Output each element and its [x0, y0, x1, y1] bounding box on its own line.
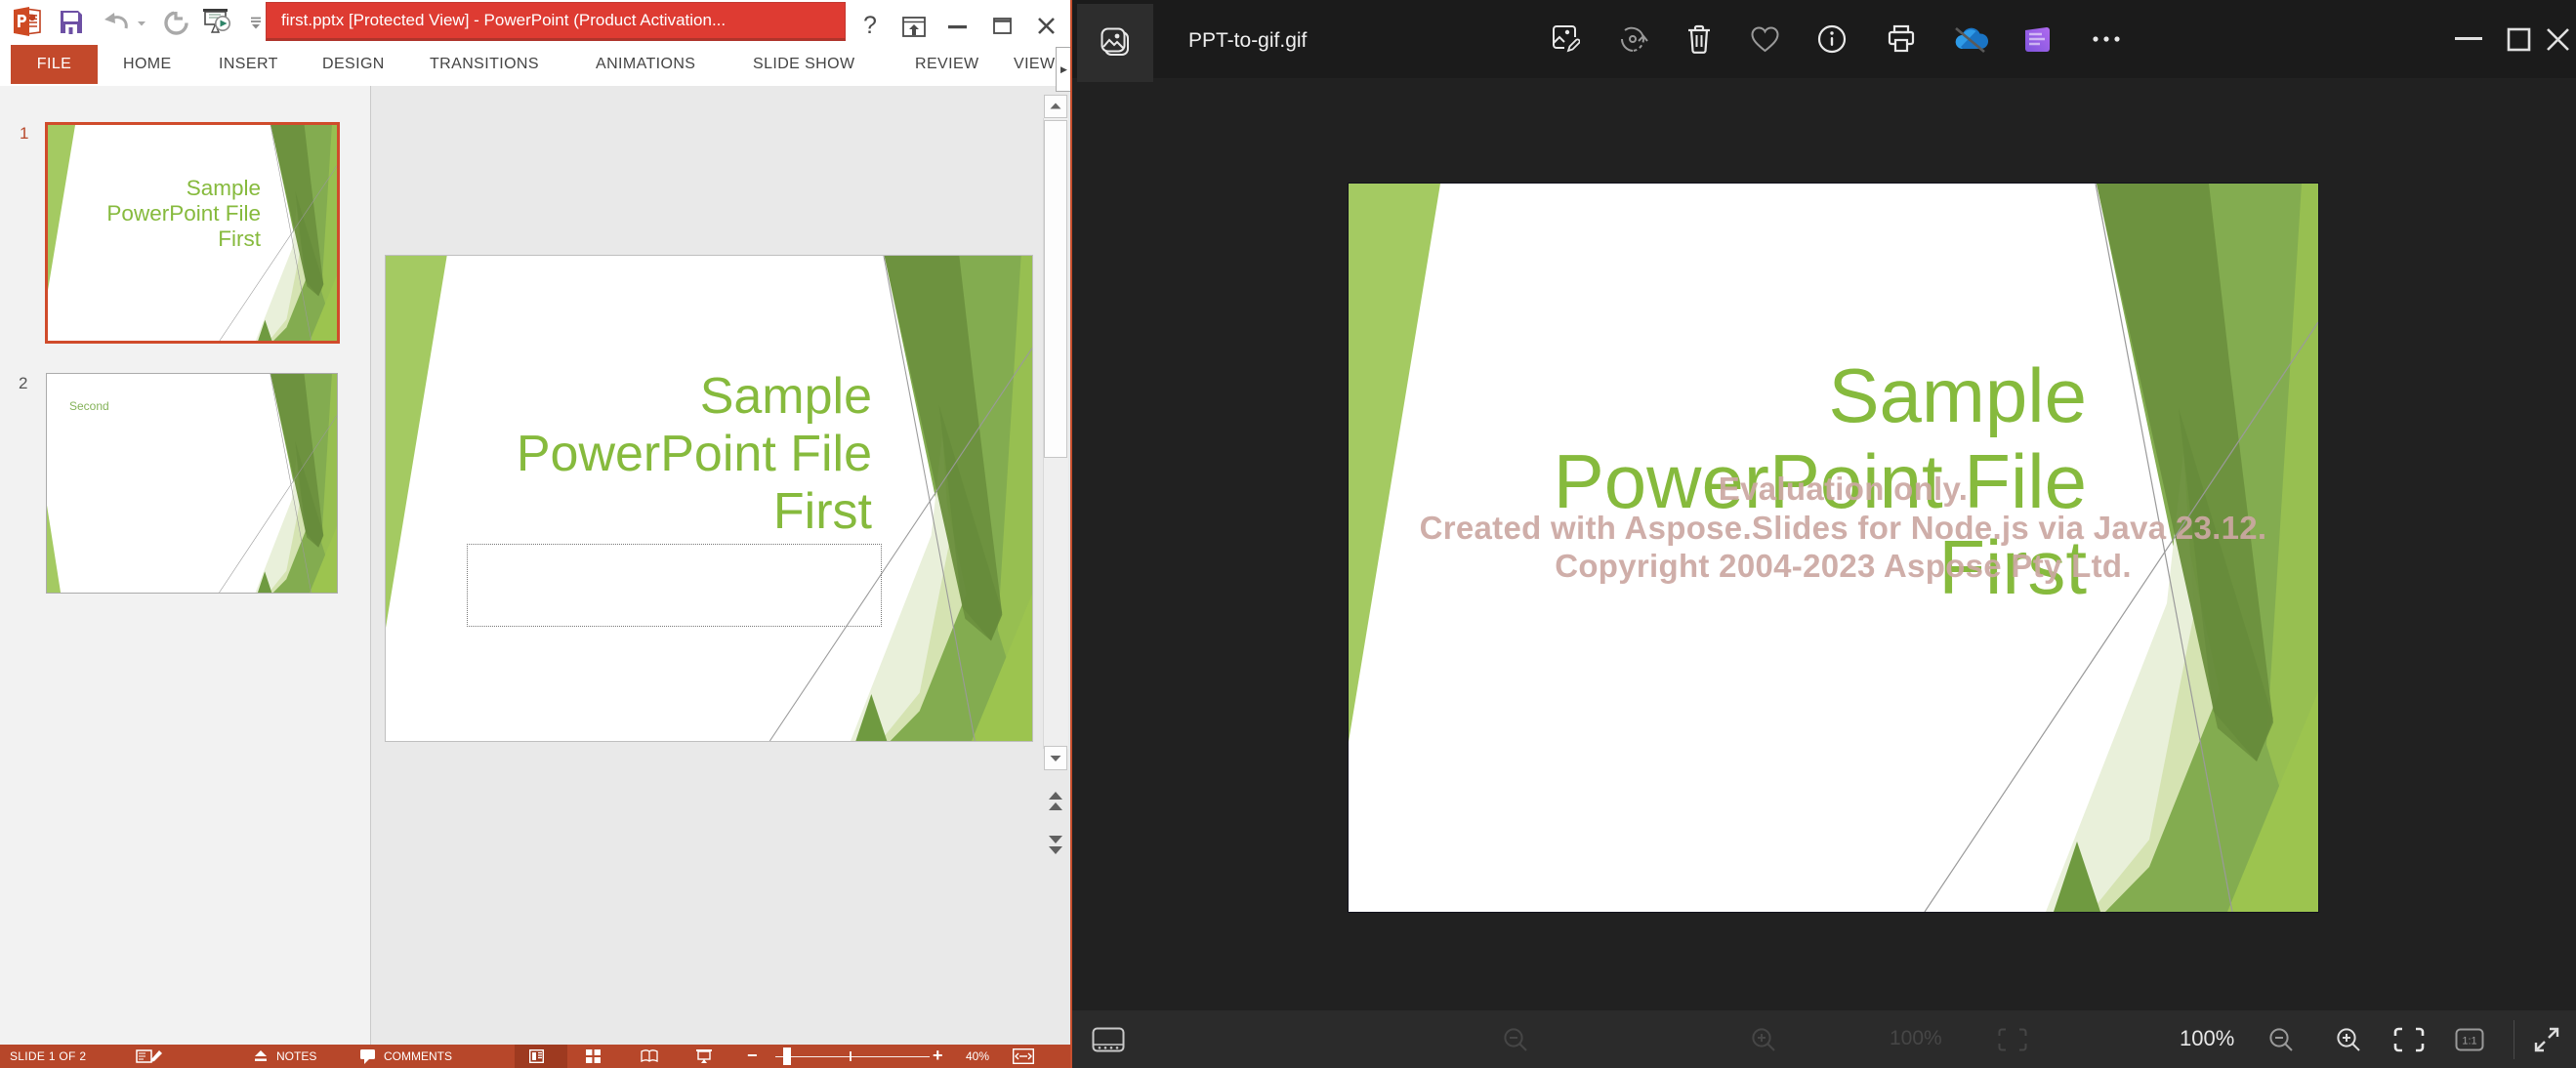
svg-text:1:1: 1:1 — [2462, 1036, 2476, 1047]
